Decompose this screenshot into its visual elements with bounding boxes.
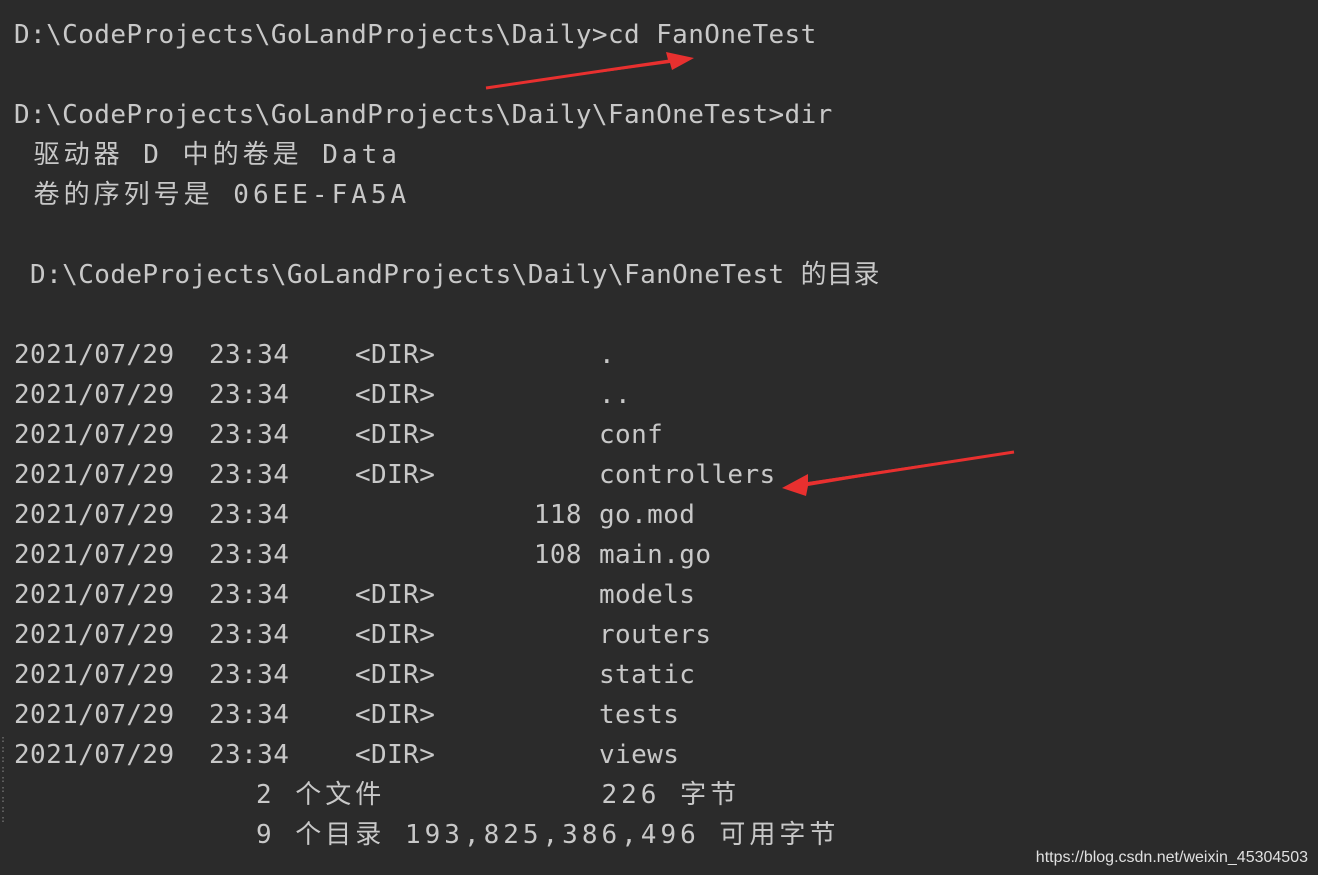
entry-size: 108 <box>533 540 582 570</box>
dir-entry-row: 2021/07/29 23:34 <DIR>.. <box>14 375 914 415</box>
directory-of-line: D:\CodeProjects\GoLandProjects\Daily\Fan… <box>14 260 880 290</box>
entry-type: <DIR> <box>355 700 436 730</box>
entry-type: <DIR> <box>355 620 436 650</box>
entry-time: 23:34 <box>209 700 290 730</box>
entry-type: <DIR> <box>355 460 436 490</box>
entry-time: 23:34 <box>209 420 290 450</box>
entry-name: controllers <box>599 460 776 490</box>
entry-type: <DIR> <box>355 380 436 410</box>
entry-name: go.mod <box>599 500 696 530</box>
dir-entry-row: 2021/07/29 23:34 118 go.mod <box>14 495 914 535</box>
dir-entry-row: 2021/07/29 23:34 108 main.go <box>14 535 914 575</box>
dir-entry-row: 2021/07/29 23:34 <DIR> controllers <box>14 455 914 495</box>
command-dir: D:\CodeProjects\GoLandProjects\Daily\Fan… <box>14 100 833 130</box>
volume-label-line: 驱动器 D 中的卷是 Data <box>14 140 401 170</box>
entry-time: 23:34 <box>209 660 290 690</box>
entry-name: main.go <box>599 540 712 570</box>
entry-date: 2021/07/29 <box>14 620 175 650</box>
entry-type: <DIR> <box>355 660 436 690</box>
dir-entry-row: 2021/07/29 23:34 <DIR>. <box>14 335 914 375</box>
entry-type: <DIR> <box>355 340 436 370</box>
entry-name: models <box>599 580 696 610</box>
dir-entry-row: 2021/07/29 23:34 <DIR> tests <box>14 695 914 735</box>
command-cd: D:\CodeProjects\GoLandProjects\Daily>cd … <box>14 20 817 50</box>
entry-date: 2021/07/29 <box>14 500 175 530</box>
entry-time: 23:34 <box>209 340 290 370</box>
dir-entry-row: 2021/07/29 23:34 <DIR> models <box>14 575 914 615</box>
volume-serial-line: 卷的序列号是 06EE-FA5A <box>14 180 411 210</box>
dir-entry-row: 2021/07/29 23:34 <DIR> static <box>14 655 914 695</box>
entry-date: 2021/07/29 <box>14 700 175 730</box>
entry-date: 2021/07/29 <box>14 540 175 570</box>
entry-type: <DIR> <box>355 740 436 770</box>
entry-name: conf <box>599 420 664 450</box>
entry-size: 118 <box>533 500 582 530</box>
entry-time: 23:34 <box>209 500 290 530</box>
entry-type: <DIR> <box>355 580 436 610</box>
entry-name: views <box>599 740 680 770</box>
entry-date: 2021/07/29 <box>14 380 175 410</box>
entry-date: 2021/07/29 <box>14 580 175 610</box>
dir-entry-row: 2021/07/29 23:34 <DIR> routers <box>14 615 914 655</box>
entry-date: 2021/07/29 <box>14 660 175 690</box>
dir-entry-row: 2021/07/29 23:34 <DIR> views <box>14 735 914 775</box>
entry-time: 23:34 <box>209 540 290 570</box>
entry-time: 23:34 <box>209 580 290 610</box>
entry-date: 2021/07/29 <box>14 460 175 490</box>
summary-dirs: 9 个目录 193,825,386,496 可用字节 <box>256 820 840 850</box>
entry-name: . <box>599 340 616 370</box>
entry-date: 2021/07/29 <box>14 340 175 370</box>
entry-time: 23:34 <box>209 460 290 490</box>
left-edge-marks: ::::::::: <box>0 735 6 825</box>
dir-entry-row: 2021/07/29 23:34 <DIR> conf <box>14 415 914 455</box>
entry-date: 2021/07/29 <box>14 740 175 770</box>
terminal-output: D:\CodeProjects\GoLandProjects\Daily>cd … <box>0 0 1318 875</box>
entry-type: <DIR> <box>355 420 436 450</box>
entry-time: 23:34 <box>209 620 290 650</box>
entry-name: .. <box>599 380 632 410</box>
entry-name: static <box>599 660 696 690</box>
watermark-url: https://blog.csdn.net/weixin_45304503 <box>1035 849 1308 866</box>
entry-time: 23:34 <box>209 380 290 410</box>
entry-time: 23:34 <box>209 740 290 770</box>
summary-files: 2 个文件 226 字节 <box>256 780 741 810</box>
entry-date: 2021/07/29 <box>14 420 175 450</box>
entry-name: routers <box>599 620 712 650</box>
entry-name: tests <box>599 700 680 730</box>
